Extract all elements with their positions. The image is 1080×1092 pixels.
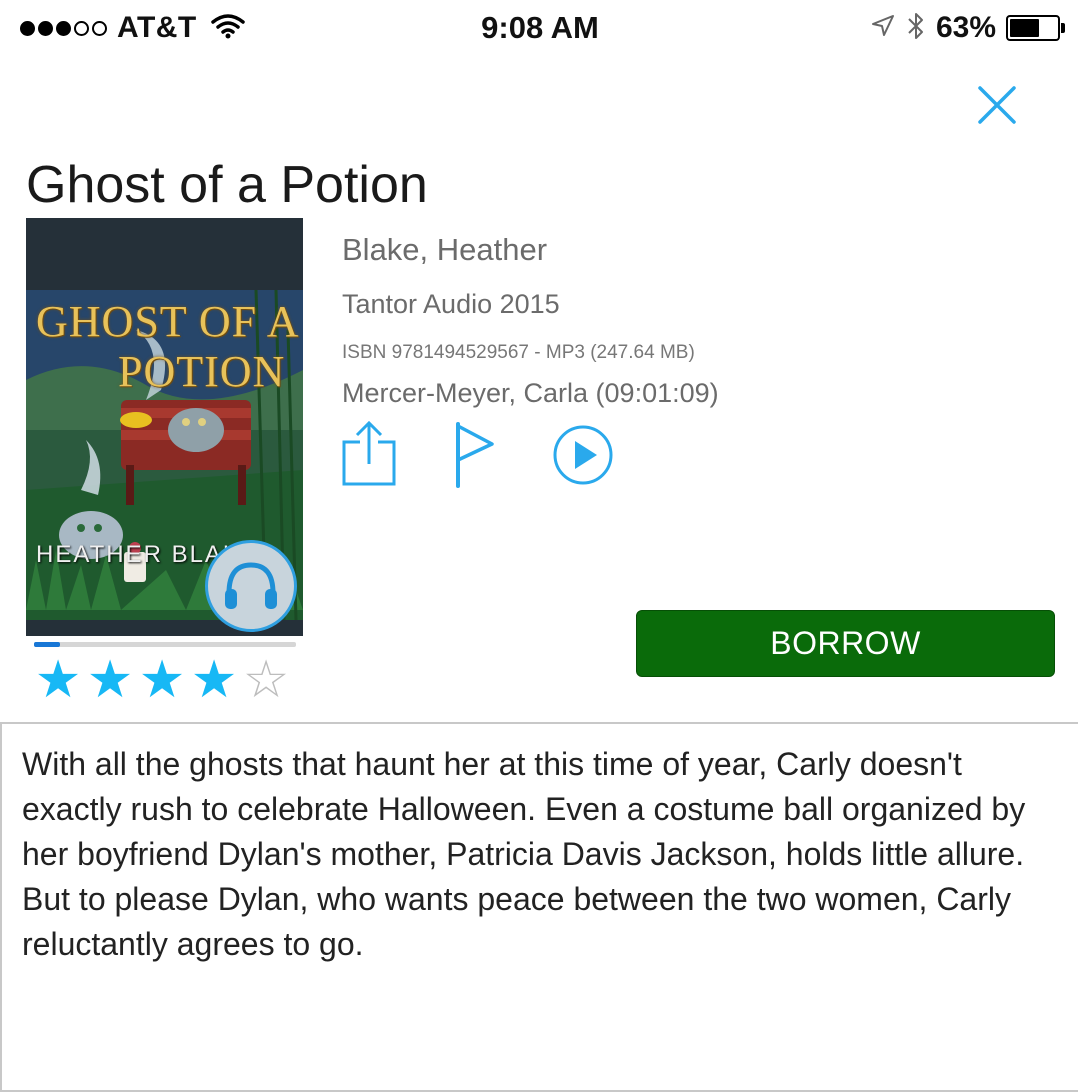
progress-fill	[34, 642, 61, 647]
battery-level	[1010, 19, 1039, 37]
cover-title-line-2: POTION	[118, 347, 286, 396]
close-icon	[978, 86, 1016, 124]
flag-icon	[456, 422, 494, 488]
headphones-icon	[225, 562, 277, 609]
book-author[interactable]: Blake, Heather	[342, 232, 547, 268]
star-rating[interactable]: ★ ★ ★ ★ ☆	[32, 652, 292, 708]
share-icon	[342, 420, 396, 486]
share-button[interactable]	[340, 420, 398, 493]
close-button[interactable]	[972, 80, 1022, 130]
star-filled-icon[interactable]: ★	[84, 652, 136, 708]
status-bar: AT&T 9:08 AM 63%	[0, 0, 1080, 60]
book-narrator-duration: Mercer-Meyer, Carla (09:01:09)	[342, 378, 719, 408]
star-filled-icon[interactable]: ★	[188, 652, 240, 708]
star-filled-icon[interactable]: ★	[32, 652, 84, 708]
bluetooth-icon	[906, 10, 926, 47]
audiobook-badge[interactable]	[205, 540, 297, 632]
location-arrow-icon	[870, 13, 896, 44]
play-icon	[553, 425, 613, 485]
battery-percent: 63%	[935, 11, 996, 44]
book-title: Ghost of a Potion	[26, 156, 428, 214]
star-filled-icon[interactable]: ★	[136, 652, 188, 708]
battery-icon	[1006, 15, 1065, 41]
book-description: With all the ghosts that haunt her at th…	[22, 746, 1026, 962]
cover-title-line-1: GHOST OF A	[36, 297, 300, 346]
star-empty-icon[interactable]: ☆	[240, 652, 292, 708]
play-sample-button[interactable]	[552, 424, 614, 491]
description-panel[interactable]: With all the ghosts that haunt her at th…	[0, 722, 1078, 1092]
book-isbn-format: ISBN 9781494529567 - MP3 (247.64 MB)	[342, 342, 695, 363]
book-publisher-year: Tantor Audio 2015	[342, 289, 560, 319]
status-right: 63%	[870, 8, 1065, 48]
listening-progress-bar	[34, 642, 296, 647]
flag-button[interactable]	[450, 420, 500, 493]
borrow-button[interactable]: BORROW	[636, 610, 1055, 677]
